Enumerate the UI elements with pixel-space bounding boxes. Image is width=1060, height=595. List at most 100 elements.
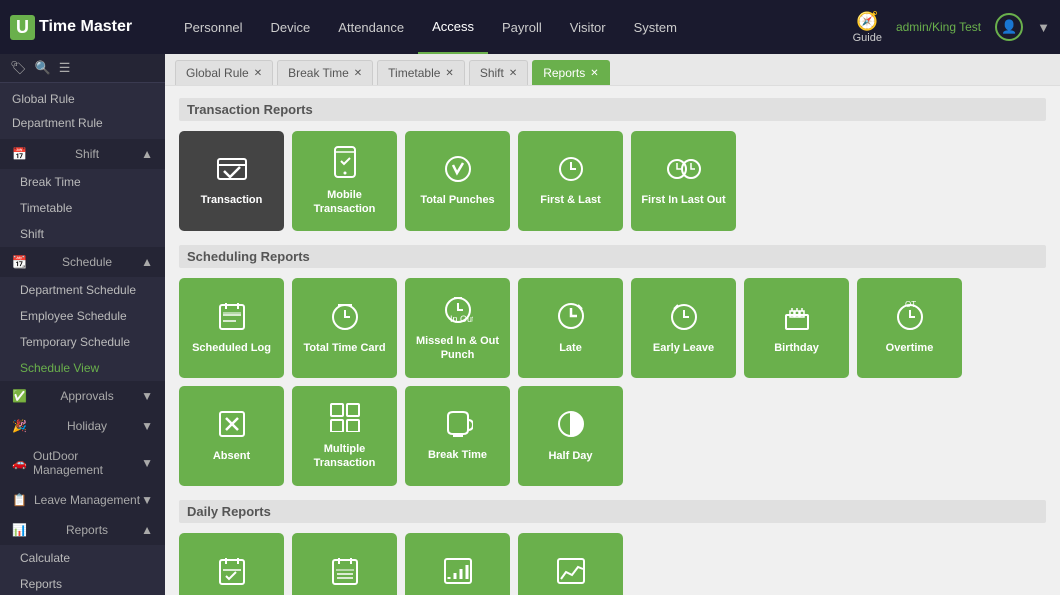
- report-card-break-time[interactable]: Break Time: [405, 386, 510, 486]
- sidebar-item-temporary-schedule[interactable]: Temporary Schedule: [0, 329, 165, 355]
- report-card-birthday[interactable]: Birthday: [744, 278, 849, 378]
- guide-button[interactable]: 🧭 Guide: [853, 11, 882, 44]
- report-card-first---last[interactable]: First & Last: [518, 131, 623, 231]
- report-card-daily-details[interactable]: Daily Details: [292, 533, 397, 595]
- report-card-missed-in---out-punch[interactable]: In Out Missed In & Out Punch: [405, 278, 510, 378]
- nav-right: 🧭 Guide admin/King Test 👤 ▼: [853, 11, 1050, 44]
- sidebar-section-holiday[interactable]: 🎉Holiday▼: [0, 411, 165, 441]
- nav-item-personnel[interactable]: Personnel: [170, 0, 257, 54]
- sidebar-link-department-rule[interactable]: Department Rule: [0, 111, 165, 135]
- search-icon[interactable]: 🔍: [35, 60, 51, 76]
- card-icon: OT: [895, 301, 925, 336]
- sidebar-item-schedule-view[interactable]: Schedule View: [0, 355, 165, 381]
- card-label: First & Last: [540, 194, 601, 207]
- card-label: Total Time Card: [303, 342, 385, 355]
- card-label: Birthday: [774, 342, 819, 355]
- user-info[interactable]: admin/King Test: [896, 20, 981, 34]
- nav-item-attendance[interactable]: Attendance: [324, 0, 418, 54]
- transaction-reports-grid: Transaction Mobile Transaction Total Punch…: [179, 131, 1046, 231]
- report-card-daily-attendance[interactable]: Daily Attendance: [179, 533, 284, 595]
- list-icon[interactable]: ☰: [59, 60, 71, 76]
- card-icon: [331, 556, 359, 591]
- sidebar-section-reports[interactable]: 📊Reports▲: [0, 515, 165, 545]
- tab-close-icon[interactable]: ✕: [445, 68, 453, 79]
- top-navigation: U Time Master PersonnelDeviceAttendanceA…: [0, 0, 1060, 54]
- card-label: Break Time: [428, 449, 487, 462]
- dropdown-icon[interactable]: ▼: [1037, 20, 1050, 35]
- sidebar-item-reports[interactable]: Reports: [0, 571, 165, 595]
- card-icon: [556, 557, 586, 590]
- card-label: Mobile Transaction: [300, 189, 389, 215]
- sidebar-section-schedule[interactable]: 📆Schedule▲: [0, 247, 165, 277]
- tab-shift[interactable]: Shift✕: [469, 60, 528, 85]
- report-card-daily-summary[interactable]: Daily Summary: [405, 533, 510, 595]
- nav-item-access[interactable]: Access: [418, 0, 488, 54]
- tab-global-rule[interactable]: Global Rule✕: [175, 60, 273, 85]
- sidebar-section-approvals[interactable]: ✅Approvals▼: [0, 381, 165, 411]
- card-icon: [443, 155, 473, 188]
- logo-text: Time Master: [39, 18, 132, 36]
- sidebar-item-calculate[interactable]: Calculate: [0, 545, 165, 571]
- tab-break-time[interactable]: Break Time✕: [277, 60, 373, 85]
- section-icon: 📋: [12, 493, 27, 507]
- sidebar-item-department-schedule[interactable]: Department Schedule: [0, 277, 165, 303]
- content-area: Global Rule✕Break Time✕Timetable✕Shift✕R…: [165, 54, 1060, 595]
- section-icon: 📆: [12, 255, 27, 269]
- report-card-total-punches[interactable]: Total Punches: [405, 131, 510, 231]
- card-label: Early Leave: [653, 342, 714, 355]
- user-avatar[interactable]: 👤: [995, 13, 1023, 41]
- report-card-multiple-transaction[interactable]: Multiple Transaction: [292, 386, 397, 486]
- tab-timetable[interactable]: Timetable✕: [377, 60, 465, 85]
- card-icon: [556, 409, 586, 444]
- section-icon: 🚗: [12, 456, 27, 470]
- card-label: Absent: [213, 450, 250, 463]
- report-card-scheduled-log[interactable]: Scheduled Log: [179, 278, 284, 378]
- report-card-total-time-card[interactable]: Total Time Card: [292, 278, 397, 378]
- sidebar-section-leave-management[interactable]: 📋Leave Management▼: [0, 485, 165, 515]
- tab-close-icon[interactable]: ✕: [254, 68, 262, 79]
- section-icon: 📊: [12, 523, 27, 537]
- report-card-mobile-transaction[interactable]: Mobile Transaction: [292, 131, 397, 231]
- sidebar-section-outdoor-management[interactable]: 🚗OutDoor Management▼: [0, 441, 165, 485]
- card-icon: [669, 301, 699, 336]
- report-card-half-day[interactable]: Half Day: [518, 386, 623, 486]
- nav-item-visitor[interactable]: Visitor: [556, 0, 620, 54]
- report-card-absent[interactable]: Absent: [179, 386, 284, 486]
- tag-icon[interactable]: 🏷: [10, 60, 27, 76]
- sidebar-item-break-time[interactable]: Break Time: [0, 169, 165, 195]
- card-label: Missed In & Out Punch: [413, 335, 502, 361]
- nav-items: PersonnelDeviceAttendanceAccessPayrollVi…: [170, 0, 853, 54]
- nav-item-payroll[interactable]: Payroll: [488, 0, 556, 54]
- guide-label: Guide: [853, 32, 882, 44]
- tab-close-icon[interactable]: ✕: [354, 68, 362, 79]
- report-card-early-leave[interactable]: Early Leave: [631, 278, 736, 378]
- card-icon: [782, 301, 812, 336]
- sidebar-section-shift[interactable]: 📅Shift▲: [0, 139, 165, 169]
- card-label: Transaction: [201, 194, 263, 207]
- sidebar-item-employee-schedule[interactable]: Employee Schedule: [0, 303, 165, 329]
- report-card-overtime[interactable]: OTOvertime: [857, 278, 962, 378]
- nav-item-system[interactable]: System: [620, 0, 691, 54]
- card-label: Total Punches: [420, 194, 494, 207]
- report-card-transaction[interactable]: Transaction: [179, 131, 284, 231]
- card-icon: [556, 301, 586, 336]
- tab-reports[interactable]: Reports✕: [532, 60, 609, 85]
- logo-u: U: [10, 15, 35, 40]
- card-icon: In Out: [443, 294, 473, 329]
- card-label: Half Day: [548, 450, 592, 463]
- report-card-daily-status[interactable]: Daily Status: [518, 533, 623, 595]
- nav-item-device[interactable]: Device: [257, 0, 325, 54]
- transaction-reports-section: Transaction Reports: [179, 98, 1046, 121]
- card-icon: [443, 557, 473, 590]
- report-card-first-in-last-out[interactable]: First In Last Out: [631, 131, 736, 231]
- report-card-late[interactable]: Late: [518, 278, 623, 378]
- tab-close-icon[interactable]: ✕: [590, 68, 598, 79]
- sidebar-item-timetable[interactable]: Timetable: [0, 195, 165, 221]
- sidebar-item-shift[interactable]: Shift: [0, 221, 165, 247]
- app-logo[interactable]: U Time Master: [10, 15, 150, 40]
- scheduling-reports-grid: Scheduled Log Total Time Card In Out Missed…: [179, 278, 1046, 486]
- section-icon: ✅: [12, 389, 27, 403]
- sidebar-link-global-rule[interactable]: Global Rule: [0, 87, 165, 111]
- tab-close-icon[interactable]: ✕: [509, 68, 517, 79]
- sidebar: 🏷 🔍 ☰ Global RuleDepartment Rule 📅Shift▲Br…: [0, 54, 165, 595]
